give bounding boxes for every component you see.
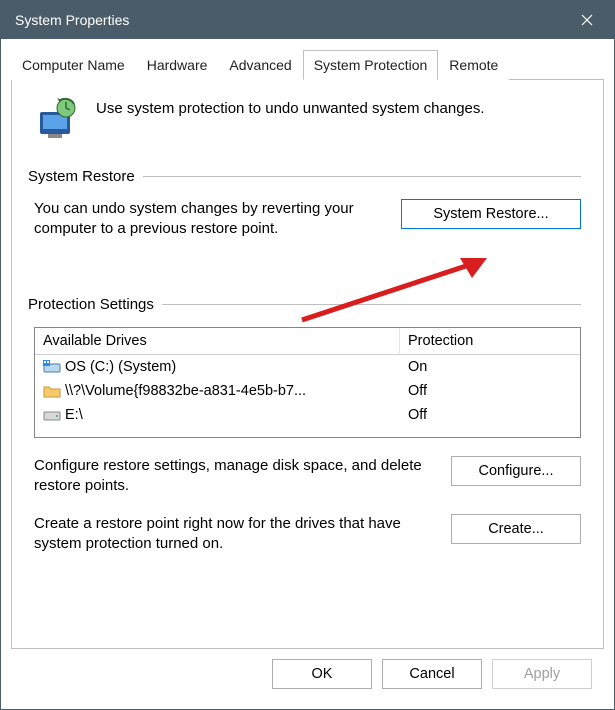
close-icon (581, 14, 593, 26)
divider (162, 304, 581, 305)
drive-name: E:\ (65, 407, 83, 423)
configure-button[interactable]: Configure... (451, 456, 581, 486)
table-row[interactable]: E:\ Off (35, 403, 580, 427)
divider (143, 176, 581, 177)
disk-drive-icon (43, 408, 61, 422)
intro-row: Use system protection to undo unwanted s… (34, 98, 581, 140)
group-system-restore: System Restore You can undo system chang… (34, 168, 581, 240)
configure-description: Configure restore settings, manage disk … (34, 456, 437, 497)
table-row[interactable]: OS (C:) (System) On (35, 355, 580, 379)
tab-hardware[interactable]: Hardware (136, 50, 219, 80)
dialog-footer: OK Cancel Apply (11, 649, 604, 699)
titlebar: System Properties (1, 1, 614, 39)
tab-strip: Computer Name Hardware Advanced System P… (11, 49, 604, 80)
client-area: Computer Name Hardware Advanced System P… (1, 39, 614, 709)
group-protection-settings: Protection Settings Available Drives Pro… (34, 296, 581, 559)
apply-button: Apply (492, 659, 592, 689)
folder-icon (43, 384, 61, 398)
restore-description: You can undo system changes by reverting… (34, 199, 387, 240)
close-button[interactable] (564, 1, 610, 39)
system-restore-button[interactable]: System Restore... (401, 199, 581, 229)
drive-protection: On (400, 357, 580, 377)
drives-table: Available Drives Protection OS (C:) (Sys… (34, 327, 581, 438)
create-row: Create a restore point right now for the… (34, 514, 581, 555)
tab-panel-system-protection: Use system protection to undo unwanted s… (11, 80, 604, 649)
drives-table-header: Available Drives Protection (35, 328, 580, 355)
drive-name: OS (C:) (System) (65, 359, 176, 375)
drive-protection: Off (400, 405, 580, 425)
group-restore-title: System Restore (28, 168, 135, 185)
intro-text: Use system protection to undo unwanted s… (96, 98, 485, 117)
window-title: System Properties (15, 12, 564, 28)
drive-name: \\?\Volume{f98832be-a831-4e5b-b7... (65, 383, 306, 399)
tab-remote[interactable]: Remote (438, 50, 509, 80)
create-description: Create a restore point right now for the… (34, 514, 437, 555)
table-row[interactable]: \\?\Volume{f98832be-a831-4e5b-b7... Off (35, 379, 580, 403)
os-drive-icon (43, 360, 61, 374)
tab-computer-name[interactable]: Computer Name (11, 50, 136, 80)
tab-advanced[interactable]: Advanced (218, 50, 302, 80)
tab-system-protection[interactable]: System Protection (303, 50, 439, 80)
create-button[interactable]: Create... (451, 514, 581, 544)
drive-protection: Off (400, 381, 580, 401)
column-header-drive[interactable]: Available Drives (35, 328, 400, 354)
cancel-button[interactable]: Cancel (382, 659, 482, 689)
column-header-protection[interactable]: Protection (400, 328, 580, 354)
group-protection-title: Protection Settings (28, 296, 154, 313)
system-protection-icon (34, 98, 82, 140)
configure-row: Configure restore settings, manage disk … (34, 456, 581, 497)
ok-button[interactable]: OK (272, 659, 372, 689)
system-properties-window: System Properties Computer Name Hardware… (0, 0, 615, 710)
